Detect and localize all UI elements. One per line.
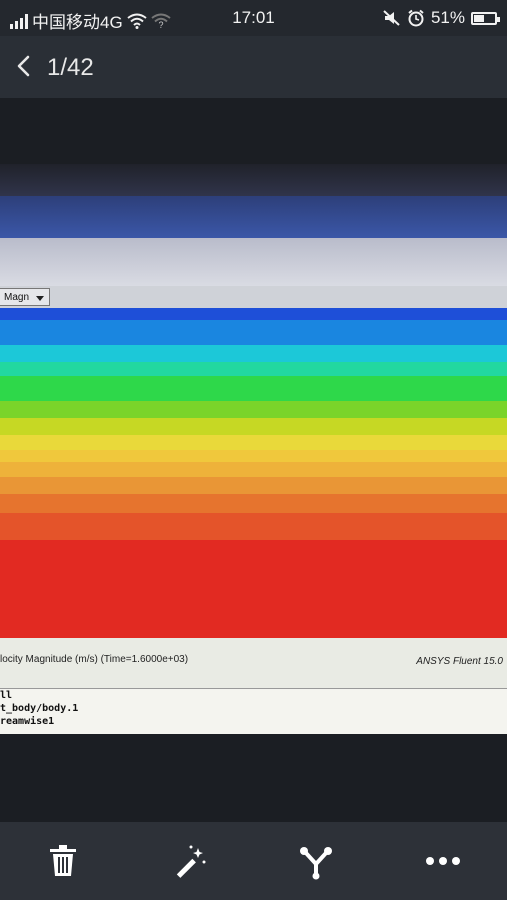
console-text: ll t_body/body.1 reamwise1: [0, 688, 507, 734]
contour-band: [0, 435, 507, 451]
console-line: reamwise1: [0, 716, 55, 727]
monitor-frame: [0, 164, 507, 196]
battery-label: 51%: [430, 8, 465, 27]
mute-icon: [383, 10, 400, 26]
share-icon[interactable]: [297, 842, 335, 880]
contour-band: [0, 418, 507, 436]
back-chevron-icon[interactable]: [12, 52, 36, 80]
bottom-toolbar: [0, 822, 507, 900]
contour-band: [0, 361, 507, 378]
dropdown-label: Magn: [4, 292, 30, 303]
caption-brand: ANSYS Fluent 15.0: [416, 656, 503, 667]
velocity-contour-plot: [0, 308, 507, 639]
magic-wand-icon[interactable]: [171, 842, 209, 880]
screen-menubar: [0, 238, 507, 286]
contour-band: [0, 493, 507, 514]
photo-viewer[interactable]: Magn locity Magnitude (m/s) (Time=1.6000…: [0, 98, 507, 822]
battery-icon: [471, 11, 500, 25]
dropdown-caret-icon: [36, 296, 44, 301]
caption-label: locity Magnitude (m/s) (Time=1.6000e+03): [0, 654, 189, 665]
status-bar: 中国移动4G ? 17:01 51%: [0, 0, 507, 36]
magnitude-dropdown: Magn: [0, 288, 50, 306]
photo-image[interactable]: Magn locity Magnitude (m/s) (Time=1.6000…: [0, 164, 507, 734]
status-right: 51%: [383, 8, 500, 28]
contour-band: [0, 320, 507, 346]
viewer-header: 1/42: [0, 36, 507, 98]
contour-band: [0, 540, 507, 639]
more-icon[interactable]: [424, 842, 462, 880]
alarm-icon: [408, 9, 424, 27]
contour-band: [0, 462, 507, 478]
trash-icon[interactable]: [44, 842, 82, 880]
contour-band: [0, 400, 507, 419]
contour-band: [0, 449, 507, 463]
contour-band: [0, 344, 507, 363]
contour-band: [0, 376, 507, 402]
contour-band: [0, 476, 507, 495]
contour-band: [0, 513, 507, 541]
console-line: t_body/body.1: [0, 703, 79, 714]
contour-band: [0, 308, 507, 321]
photo-counter: 1/42: [47, 54, 94, 81]
console-line: ll: [0, 690, 13, 701]
screen-titlebar: [0, 196, 507, 238]
contour-caption: locity Magnitude (m/s) (Time=1.6000e+03)…: [0, 638, 507, 688]
screen-toolbar: [0, 286, 507, 308]
